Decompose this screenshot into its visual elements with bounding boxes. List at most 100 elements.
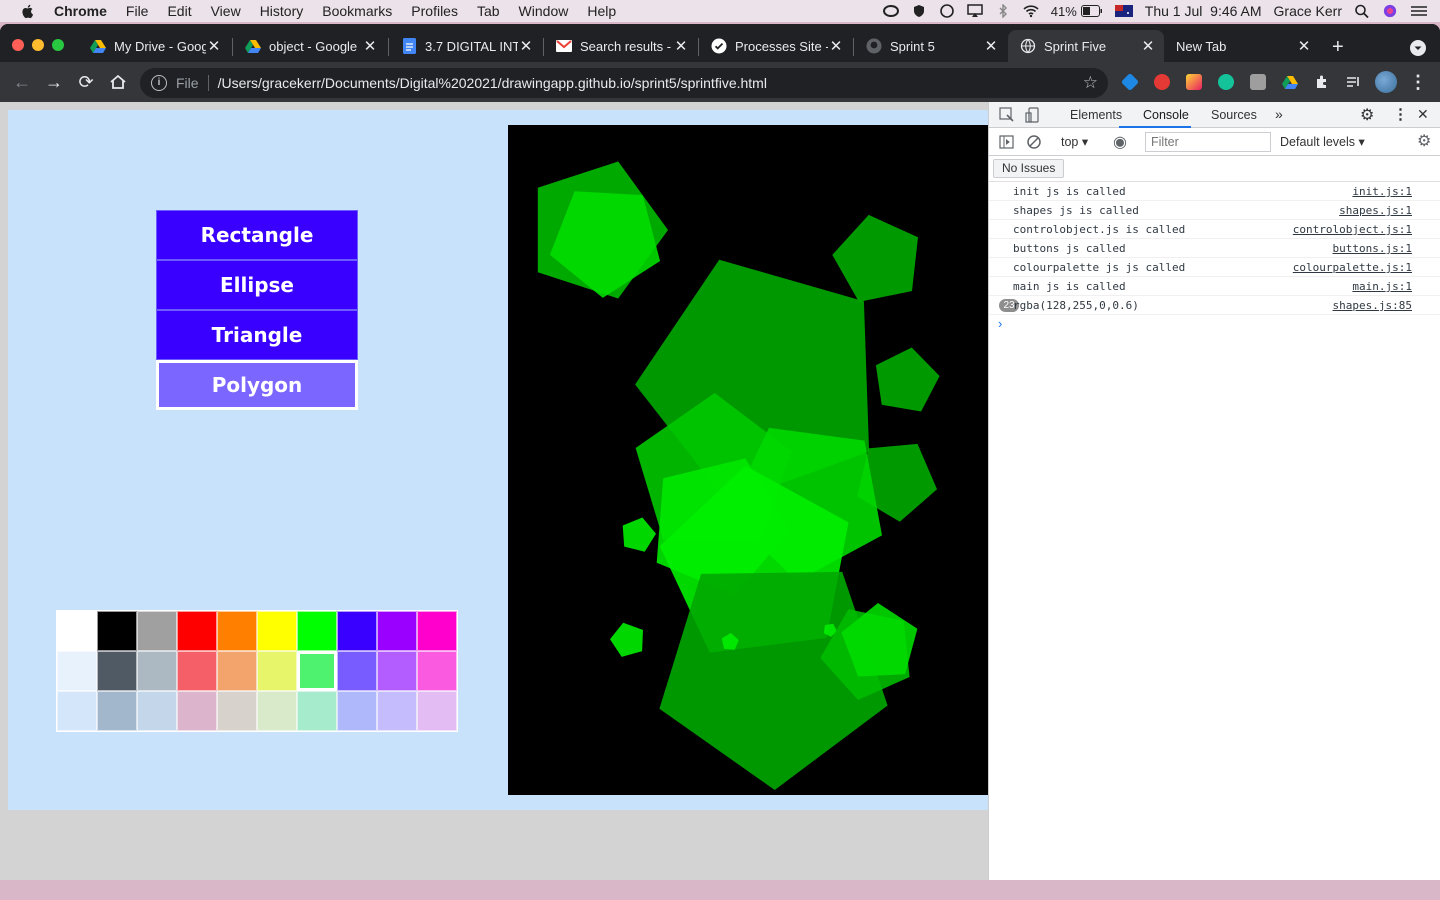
menu-edit[interactable]: Edit	[167, 3, 191, 19]
control-center-icon[interactable]	[1410, 4, 1428, 18]
close-tab-icon[interactable]: ✕	[1296, 37, 1312, 55]
extension-drive-icon[interactable]	[1282, 74, 1298, 90]
tab-sprint-5[interactable]: Sprint 5 ✕	[854, 30, 1007, 62]
close-window-button[interactable]	[12, 39, 24, 51]
bluetooth-icon[interactable]	[995, 4, 1011, 18]
log-source-link[interactable]: colourpalette.js:1	[1293, 258, 1412, 277]
menu-profiles[interactable]: Profiles	[411, 3, 458, 19]
extension-adblock-icon[interactable]	[1154, 74, 1170, 90]
devtools-tab-sources[interactable]: Sources	[1211, 108, 1257, 122]
siri-icon[interactable]	[1382, 4, 1398, 18]
reading-list-icon[interactable]	[1345, 74, 1361, 90]
creative-cloud-icon[interactable]	[882, 4, 899, 18]
colour-swatch[interactable]	[297, 611, 337, 651]
back-button[interactable]: ←	[12, 72, 32, 92]
menu-file[interactable]: File	[126, 3, 149, 19]
colour-swatch[interactable]	[337, 691, 377, 731]
tab-my-drive[interactable]: My Drive - Goog ✕	[78, 30, 230, 62]
tab-processes-site[interactable]: Processes Site - ✕	[699, 30, 852, 62]
show-sidebar-icon[interactable]	[999, 134, 1015, 150]
log-source-link[interactable]: controlobject.js:1	[1293, 220, 1412, 239]
close-tab-icon[interactable]: ✕	[518, 37, 534, 55]
shape-button-triangle[interactable]: Triangle	[156, 310, 358, 360]
menu-app-name[interactable]: Chrome	[54, 3, 107, 19]
close-tab-icon[interactable]: ✕	[673, 37, 689, 55]
colour-swatch[interactable]	[57, 611, 97, 651]
clear-console-icon[interactable]	[1026, 134, 1042, 150]
menu-help[interactable]: Help	[587, 3, 616, 19]
bookmark-star-icon[interactable]: ☆	[1083, 73, 1098, 93]
colour-swatch[interactable]	[377, 691, 417, 731]
colour-swatch[interactable]	[177, 611, 217, 651]
menubar-user[interactable]: Grace Kerr	[1274, 3, 1342, 19]
wifi-icon[interactable]	[1023, 4, 1039, 18]
airplay-icon[interactable]	[967, 4, 983, 18]
colour-swatch[interactable]	[97, 651, 137, 691]
log-source-link[interactable]: main.js:1	[1352, 277, 1412, 296]
extension-grammarly-icon[interactable]	[1218, 74, 1234, 90]
close-tab-icon[interactable]: ✕	[206, 37, 222, 55]
log-source-link[interactable]: shapes.js:1	[1339, 201, 1412, 220]
input-source-flag-icon[interactable]	[1114, 4, 1133, 18]
extension-r-icon[interactable]	[1250, 74, 1266, 90]
log-source-link[interactable]: init.js:1	[1352, 182, 1412, 201]
colour-swatch[interactable]	[97, 611, 137, 651]
console-filter-input[interactable]: Filter	[1145, 132, 1271, 152]
zoom-window-button[interactable]	[52, 39, 64, 51]
chrome-menu-icon[interactable]: ⋮	[1408, 72, 1428, 92]
issues-button[interactable]: No Issues	[993, 159, 1065, 178]
extension-w-icon[interactable]	[1186, 74, 1202, 90]
extension-diamond-icon[interactable]	[1120, 72, 1140, 92]
colour-swatch[interactable]	[297, 651, 337, 691]
log-source-link[interactable]: shapes.js:85	[1333, 296, 1412, 315]
console-settings-icon[interactable]: ⚙	[1417, 131, 1431, 151]
shape-button-polygon[interactable]: Polygon	[156, 360, 358, 410]
colour-swatch[interactable]	[377, 611, 417, 651]
execution-context-select[interactable]: top ▾	[1061, 134, 1088, 149]
address-bar[interactable]: i File /Users/gracekerr/Documents/Digita…	[140, 68, 1108, 98]
profile-avatar[interactable]	[1375, 71, 1397, 93]
site-info-icon[interactable]: i	[151, 75, 167, 91]
colour-swatch[interactable]	[417, 611, 457, 651]
tab-digital-int[interactable]: 3.7 DIGITAL INT ✕	[389, 30, 542, 62]
close-tab-icon[interactable]: ✕	[362, 37, 378, 55]
minimize-window-button[interactable]	[32, 39, 44, 51]
colour-swatch[interactable]	[337, 651, 377, 691]
menu-view[interactable]: View	[211, 3, 241, 19]
colour-swatch[interactable]	[257, 691, 297, 731]
close-devtools-icon[interactable]: ✕	[1417, 106, 1429, 123]
tab-search-button[interactable]	[1410, 40, 1426, 56]
shield-icon[interactable]	[911, 4, 927, 18]
console-prompt[interactable]: ›	[989, 315, 1440, 335]
drawn-shapes-layer[interactable]	[508, 125, 988, 810]
colour-swatch[interactable]	[97, 691, 137, 731]
forward-button[interactable]: →	[44, 72, 64, 92]
colour-swatch[interactable]	[137, 651, 177, 691]
colour-swatch[interactable]	[257, 651, 297, 691]
tab-sprint-five[interactable]: Sprint Five ✕	[1008, 30, 1164, 62]
devtools-tab-elements[interactable]: Elements	[1070, 108, 1122, 122]
log-levels-select[interactable]: Default levels ▾	[1280, 134, 1365, 149]
battery-icon[interactable]	[1080, 4, 1103, 18]
colour-swatch[interactable]	[257, 611, 297, 651]
colour-swatch[interactable]	[57, 651, 97, 691]
colour-swatch[interactable]	[417, 651, 457, 691]
device-toolbar-icon[interactable]	[1025, 107, 1041, 123]
colour-swatch[interactable]	[217, 611, 257, 651]
menu-history[interactable]: History	[260, 3, 304, 19]
colour-swatch[interactable]	[217, 691, 257, 731]
home-icon[interactable]	[108, 72, 128, 92]
new-tab-button[interactable]: +	[1332, 37, 1344, 57]
colour-swatch[interactable]	[337, 611, 377, 651]
colour-swatch[interactable]	[177, 691, 217, 731]
extensions-puzzle-icon[interactable]	[1314, 74, 1330, 90]
menu-window[interactable]: Window	[519, 3, 569, 19]
colour-swatch[interactable]	[137, 691, 177, 731]
url-text[interactable]: /Users/gracekerr/Documents/Digital%20202…	[218, 75, 767, 91]
menubar-datetime[interactable]: Thu 1 Jul 9:46 AM	[1145, 3, 1262, 19]
colour-swatch[interactable]	[57, 691, 97, 731]
colour-swatch[interactable]	[417, 691, 457, 731]
colour-swatch[interactable]	[177, 651, 217, 691]
grammarly-status-icon[interactable]	[939, 4, 955, 18]
apple-logo-icon[interactable]	[20, 3, 36, 19]
